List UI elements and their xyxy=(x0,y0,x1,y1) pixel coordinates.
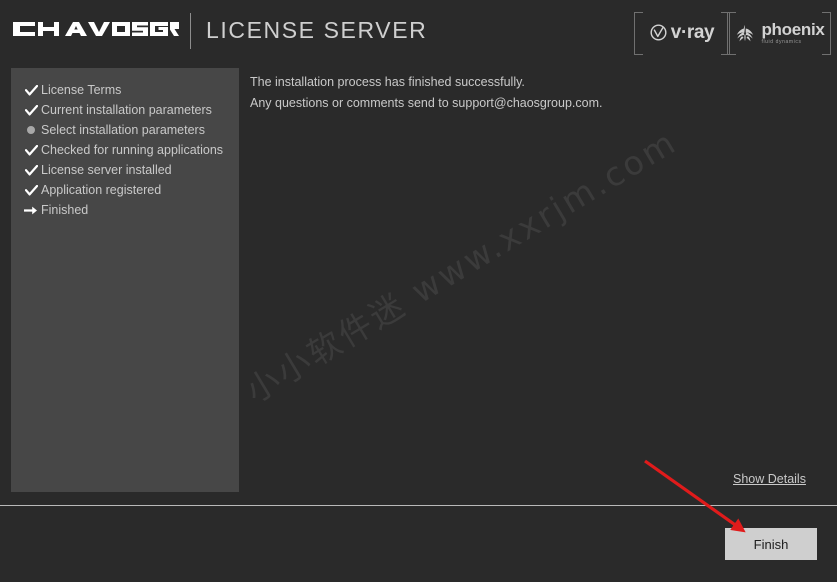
phoenix-brand-label: phoenix xyxy=(761,19,825,39)
check-icon xyxy=(21,144,41,156)
footer-separator xyxy=(0,505,837,506)
sidebar-step-label: License Terms xyxy=(41,83,122,97)
completion-message-line: Any questions or comments send to suppor… xyxy=(250,96,603,110)
arrow-right-icon xyxy=(21,205,41,216)
vray-circle-check-icon xyxy=(650,24,667,41)
chaosgroup-logo xyxy=(13,17,180,41)
finish-button[interactable]: Finish xyxy=(725,528,817,560)
dot-icon xyxy=(21,126,41,134)
vray-brand-label: v·ray xyxy=(670,22,715,43)
completion-message-line: The installation process has finished su… xyxy=(250,75,525,89)
vray-brand-badge: v·ray xyxy=(634,12,730,55)
phoenix-brand-subtitle: fluid dynamics xyxy=(761,38,802,45)
phoenix-bird-icon xyxy=(737,24,754,41)
phoenix-brand-badge: phoenix fluid dynamics xyxy=(727,12,831,55)
page-title: LICENSE SERVER xyxy=(206,17,428,43)
check-icon xyxy=(21,164,41,176)
sidebar-step-select-installation-parameters: Select installation parameters xyxy=(11,120,239,140)
sidebar-step-license-server-installed: License server installed xyxy=(11,160,239,180)
sidebar-step-label: Current installation parameters xyxy=(41,103,212,117)
bracket-left-icon xyxy=(634,12,643,55)
sidebar-step-finished: Finished xyxy=(11,200,239,220)
sidebar-step-label: Finished xyxy=(41,203,89,217)
sidebar-step-license-terms: License Terms xyxy=(11,80,239,100)
watermark-text: 小小软件迷 www.xxrjm.com xyxy=(238,121,684,411)
check-icon xyxy=(21,184,41,196)
sidebar-step-label: Checked for running applications xyxy=(41,143,224,157)
check-icon xyxy=(21,84,41,96)
sidebar-step-label: Application registered xyxy=(41,183,162,197)
app-header: LICENSE SERVER v·ray phoenix fluid dynam… xyxy=(0,0,837,62)
header-divider xyxy=(190,13,191,49)
completion-message: The installation process has finished su… xyxy=(250,72,810,114)
sidebar-step-current-installation-parameters: Current installation parameters xyxy=(11,100,239,120)
license-server-installer-window: LICENSE SERVER v·ray phoenix fluid dynam… xyxy=(0,0,837,582)
sidebar-step-checked-for-running-applications: Checked for running applications xyxy=(11,140,239,160)
install-steps-sidebar: License Terms Current installation param… xyxy=(11,68,239,492)
sidebar-step-application-registered: Application registered xyxy=(11,180,239,200)
sidebar-step-label: Select installation parameters xyxy=(41,123,205,137)
sidebar-step-label: License server installed xyxy=(41,163,172,177)
check-icon xyxy=(21,104,41,116)
show-details-link[interactable]: Show Details xyxy=(733,472,806,486)
